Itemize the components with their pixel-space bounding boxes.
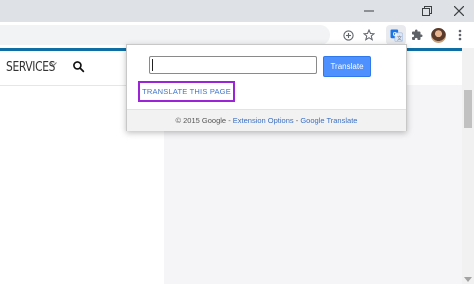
install-app-button[interactable]	[338, 25, 358, 45]
footer-copyright: © 2015 Google	[175, 116, 227, 125]
page-scrollbar[interactable]	[462, 48, 474, 284]
chevron-down-icon	[50, 62, 57, 67]
bookmark-star-button[interactable]	[359, 25, 379, 45]
search-icon[interactable]	[72, 60, 85, 73]
scroll-down-arrow[interactable]	[464, 277, 472, 282]
translate-this-page-highlight[interactable]: TRANSLATE THIS PAGE	[138, 81, 235, 102]
google-translate-link[interactable]: Google Translate	[300, 116, 357, 125]
profile-button[interactable]	[428, 25, 448, 45]
footer-separator: -	[226, 116, 233, 125]
text-caret	[152, 59, 153, 71]
scrollbar-thumb[interactable]	[464, 90, 472, 128]
svg-text:G: G	[392, 32, 396, 38]
minimize-icon	[364, 10, 374, 12]
nav-services-link[interactable]: SERVICES	[6, 60, 55, 75]
restore-button[interactable]	[412, 0, 442, 22]
extensions-button[interactable]	[407, 25, 427, 45]
profile-avatar	[430, 27, 446, 43]
google-translate-extension-button[interactable]: G 文	[386, 25, 406, 45]
translate-extension-popup: Translate TRANSLATE THIS PAGE © 2015 Goo…	[126, 44, 407, 131]
extension-options-link[interactable]: Extension Options	[233, 116, 294, 125]
address-bar[interactable]	[0, 25, 330, 45]
kebab-menu-icon	[458, 29, 462, 41]
puzzle-extensions-icon	[412, 29, 423, 40]
restore-icon	[422, 6, 432, 16]
google-translate-extension-icon: G 文	[390, 29, 403, 41]
window-titlebar	[0, 0, 474, 22]
star-icon	[363, 29, 375, 41]
footer-separator: -	[293, 116, 301, 125]
chrome-menu-button[interactable]	[450, 25, 470, 45]
translate-this-page-link[interactable]: TRANSLATE THIS PAGE	[142, 87, 231, 96]
close-icon	[454, 6, 464, 16]
translate-button[interactable]: Translate	[323, 56, 371, 77]
close-window-button[interactable]	[444, 0, 474, 22]
add-circle-icon	[342, 29, 354, 41]
translate-text-input[interactable]	[149, 56, 317, 74]
minimize-button[interactable]	[354, 0, 384, 22]
popup-footer: © 2015 Google - Extension Options - Goog…	[127, 109, 406, 131]
